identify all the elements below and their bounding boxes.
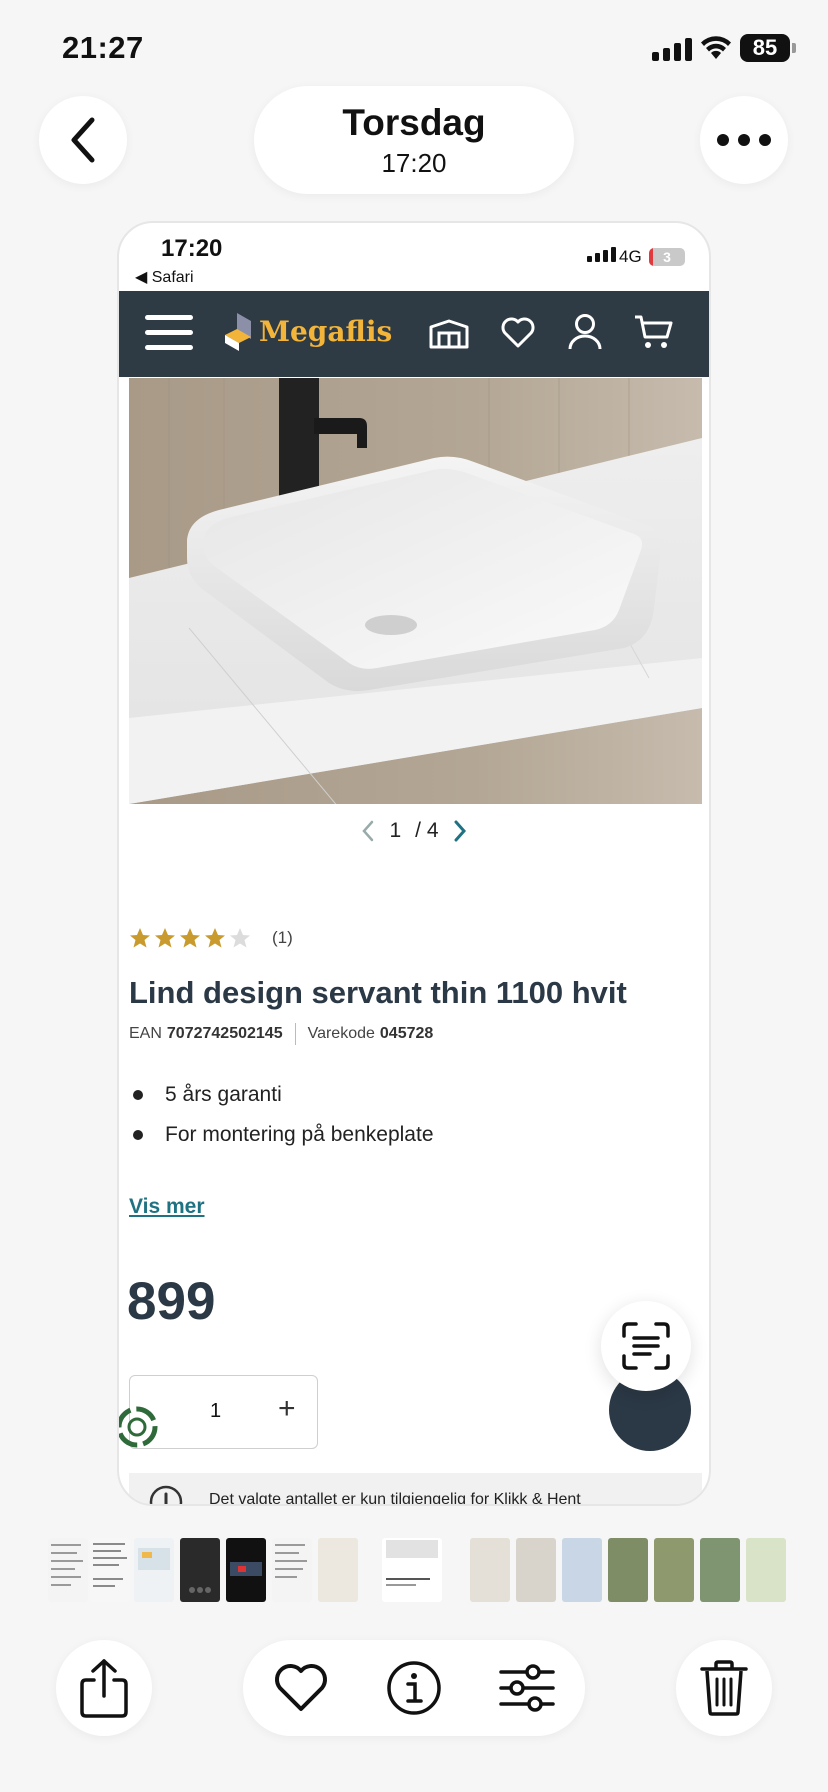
- inner-battery-icon: 3: [649, 248, 685, 266]
- thumbnail[interactable]: [608, 1538, 648, 1602]
- photo-time: 17:20: [381, 148, 447, 178]
- thumbnail[interactable]: [318, 1538, 358, 1602]
- list-item: 5 års garanti: [129, 1075, 434, 1115]
- product-codes: EAN 7072742502145 Varekode 045728: [129, 1023, 433, 1045]
- account-icon[interactable]: [567, 313, 603, 351]
- thumbnail[interactable]: [562, 1538, 602, 1602]
- text-scan-icon: [622, 1322, 670, 1370]
- product-rating[interactable]: (1): [129, 927, 293, 949]
- star-icon: [155, 928, 175, 948]
- sku-label: Varekode: [307, 1025, 375, 1042]
- thumbnail[interactable]: [180, 1538, 220, 1602]
- inner-status-bar: 17:20 ◀ Safari 4G 3: [119, 223, 709, 291]
- inner-battery-level: 3: [663, 249, 671, 265]
- status-time: 21:27: [62, 30, 144, 65]
- favorite-button[interactable]: [273, 1660, 329, 1716]
- star-empty-icon: [230, 928, 250, 948]
- back-to-app-link[interactable]: ◀ Safari: [135, 267, 194, 287]
- share-icon: [80, 1659, 128, 1718]
- thumbnail-current[interactable]: [382, 1538, 442, 1602]
- megaflis-logo-icon: [225, 313, 251, 351]
- star-icon: [130, 928, 150, 948]
- recycle-badge-icon: [119, 1406, 158, 1448]
- image-pager: 1 / 4: [119, 819, 709, 848]
- thumbnail[interactable]: [746, 1538, 786, 1602]
- network-type: 4G: [619, 247, 642, 266]
- chevron-left-icon[interactable]: [361, 820, 375, 842]
- increment-button[interactable]: +: [278, 1392, 296, 1426]
- availability-text: Det valgte antallet er kun tilgjengelig …: [209, 1491, 581, 1506]
- logo[interactable]: Megaflis: [259, 315, 392, 348]
- list-item: For montering på benkeplate: [129, 1115, 434, 1155]
- product-price: 899: [127, 1272, 216, 1331]
- thumbnail[interactable]: [700, 1538, 740, 1602]
- delete-button[interactable]: [676, 1640, 772, 1736]
- basin-photo: [129, 378, 702, 804]
- battery-level: 85: [740, 34, 790, 62]
- star-icon: [180, 928, 200, 948]
- thumbnail[interactable]: [226, 1538, 266, 1602]
- site-navbar: Megaflis: [119, 291, 709, 377]
- availability-notice: Det valgte antallet er kun tilgjengelig …: [129, 1473, 702, 1506]
- photo-date-header: Torsdag 17:20: [254, 86, 574, 194]
- photo-day: Torsdag: [342, 102, 486, 143]
- divider: [294, 1023, 296, 1045]
- ean-value: 7072742502145: [166, 1025, 283, 1042]
- quantity-value[interactable]: 1: [210, 1400, 221, 1423]
- feature-list: 5 års garanti For montering på benkeplat…: [129, 1075, 434, 1155]
- thumbnail[interactable]: [470, 1538, 510, 1602]
- pager-current: 1: [389, 819, 402, 842]
- star-icon: [205, 928, 225, 948]
- thumbnail[interactable]: [48, 1538, 88, 1602]
- info-alert-icon: [149, 1485, 183, 1504]
- screenshot-preview[interactable]: 17:20 ◀ Safari 4G 3 Megaflis 1 / 4 (1) L…: [117, 221, 711, 1506]
- review-count: (1): [272, 928, 293, 947]
- info-button[interactable]: [386, 1660, 442, 1716]
- chevron-left-icon: [71, 117, 95, 163]
- more-button[interactable]: [700, 96, 788, 184]
- chevron-right-icon[interactable]: [453, 820, 467, 842]
- back-button[interactable]: [39, 96, 127, 184]
- inner-signal-icon: [587, 247, 616, 262]
- thumbnail[interactable]: [134, 1538, 174, 1602]
- battery-icon: [792, 43, 796, 53]
- show-more-link[interactable]: Vis mer: [129, 1195, 205, 1219]
- share-button[interactable]: [56, 1640, 152, 1736]
- thumbnail[interactable]: [90, 1538, 130, 1602]
- heart-icon: [275, 1664, 327, 1711]
- thumbnail[interactable]: [272, 1538, 312, 1602]
- sku-value: 045728: [379, 1025, 434, 1042]
- adjust-button[interactable]: [499, 1660, 555, 1716]
- cellular-signal-icon: [652, 38, 692, 61]
- thumbnail[interactable]: [654, 1538, 694, 1602]
- status-bar: 21:27 85: [0, 0, 828, 96]
- ean-label: EAN: [129, 1025, 162, 1042]
- trash-icon: [700, 1660, 748, 1716]
- product-title: Lind design servant thin 1100 hvit: [129, 975, 627, 1010]
- hamburger-menu-icon[interactable]: [145, 313, 193, 353]
- live-text-button[interactable]: [601, 1301, 691, 1391]
- favorites-heart-icon[interactable]: [501, 317, 535, 349]
- sliders-icon: [499, 1664, 555, 1712]
- store-icon[interactable]: [427, 319, 471, 349]
- pager-total: / 4: [415, 819, 439, 842]
- photo-thumbnail-strip: [0, 1538, 828, 1602]
- inner-status-time: 17:20: [161, 235, 223, 262]
- thumbnail[interactable]: [516, 1538, 556, 1602]
- cart-icon[interactable]: [633, 313, 673, 351]
- info-icon: [387, 1661, 441, 1715]
- more-dots-icon: [717, 134, 771, 146]
- product-image[interactable]: [129, 378, 702, 804]
- photo-actions-bar: [243, 1640, 585, 1736]
- wifi-icon: [701, 36, 731, 59]
